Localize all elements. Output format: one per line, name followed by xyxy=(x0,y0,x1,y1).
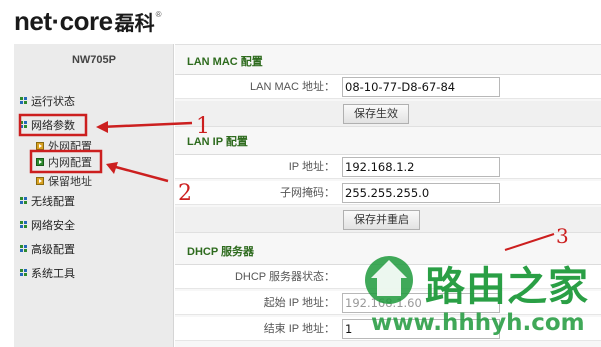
dhcp-start-label: 起始 IP 地址： xyxy=(263,297,335,309)
sidebar-item-wireless[interactable]: 无线配置 xyxy=(20,192,75,210)
grid-icon xyxy=(20,197,28,205)
grid-icon xyxy=(20,97,28,105)
arrow-right-icon xyxy=(36,142,44,150)
sidebar-subitem-label: 内网配置 xyxy=(48,157,92,169)
dhcp-status-label: DHCP 服务器状态： xyxy=(234,271,335,283)
dhcp-end-input[interactable]: 1 xyxy=(342,319,500,339)
sidebar-item-label: 高级配置 xyxy=(31,244,75,256)
section-title-lan-mac: LAN MAC 配置 xyxy=(187,56,263,68)
grid-icon xyxy=(20,269,28,277)
sidebar-item-label: 系统工具 xyxy=(31,268,75,280)
subnet-mask-label: 子网掩码： xyxy=(280,187,335,199)
sidebar-item-security[interactable]: 网络安全 xyxy=(20,216,75,234)
lan-mac-label: LAN MAC 地址： xyxy=(250,81,335,93)
sidebar-item-label: 网络参数 xyxy=(31,120,75,132)
logo-registered-mark: ® xyxy=(155,10,162,19)
ip-address-input[interactable]: 192.168.1.2 xyxy=(342,157,500,177)
lan-ip-row: IP 地址： 192.168.1.2 xyxy=(175,155,601,179)
sidebar-item-system[interactable]: 系统工具 xyxy=(20,264,75,282)
arrow-right-icon xyxy=(36,177,44,185)
dhcp-start-input[interactable]: 192.168.1.60 xyxy=(342,293,500,313)
grid-icon xyxy=(20,221,28,229)
sidebar-item-status[interactable]: 运行状态 xyxy=(20,92,75,110)
main-content: LAN MAC 配置 LAN MAC 地址： 08-10-77-D8-67-84… xyxy=(175,44,601,347)
device-model: NW705P xyxy=(71,54,117,66)
sidebar-subitem-reserved[interactable]: 保留地址 xyxy=(36,173,92,189)
lan-mac-button-row: 保存生效 xyxy=(175,101,601,127)
sidebar-subitem-lan[interactable]: 内网配置 xyxy=(36,154,92,170)
lan-ip-button-row: 保存并重启 xyxy=(175,207,601,233)
save-mac-button[interactable]: 保存生效 xyxy=(343,104,409,124)
ip-address-label: IP 地址： xyxy=(288,161,335,173)
section-title-dhcp: DHCP 服务器 xyxy=(187,246,255,258)
section-title-lan-ip: LAN IP 配置 xyxy=(187,136,248,148)
dhcp-status-row: DHCP 服务器状态： xyxy=(175,265,601,289)
sidebar-subitem-label: 保留地址 xyxy=(48,176,92,188)
dhcp-end-row: 结束 IP 地址： 1 xyxy=(175,317,601,341)
dhcp-end-label: 结束 IP 地址： xyxy=(263,323,335,335)
lan-mac-input[interactable]: 08-10-77-D8-67-84 xyxy=(342,77,500,97)
dhcp-start-row: 起始 IP 地址： 192.168.1.60 xyxy=(175,291,601,315)
netcore-logo: net·core 磊科 ® xyxy=(14,6,161,36)
sidebar: NW705P 运行状态 网络参数 外网配置 内网配置 保留地址 无线配置 网络安… xyxy=(14,44,174,347)
logo-text: net·core xyxy=(14,6,113,36)
sidebar-subitem-wan[interactable]: 外网配置 xyxy=(36,138,92,154)
sidebar-item-advanced[interactable]: 高级配置 xyxy=(20,240,75,258)
sidebar-item-label: 无线配置 xyxy=(31,196,75,208)
grid-icon xyxy=(20,245,28,253)
sidebar-subitem-label: 外网配置 xyxy=(48,141,92,153)
sidebar-item-label: 网络安全 xyxy=(31,220,75,232)
subnet-mask-input[interactable]: 255.255.255.0 xyxy=(342,183,500,203)
grid-icon xyxy=(20,121,28,129)
lan-mac-row: LAN MAC 地址： 08-10-77-D8-67-84 xyxy=(175,75,601,99)
logo-cn-text: 磊科 xyxy=(114,11,155,35)
subnet-mask-row: 子网掩码： 255.255.255.0 xyxy=(175,181,601,205)
save-restart-button[interactable]: 保存并重启 xyxy=(343,210,420,230)
sidebar-item-network[interactable]: 网络参数 xyxy=(20,116,75,134)
sidebar-item-label: 运行状态 xyxy=(31,96,75,108)
arrow-right-icon xyxy=(36,158,44,166)
